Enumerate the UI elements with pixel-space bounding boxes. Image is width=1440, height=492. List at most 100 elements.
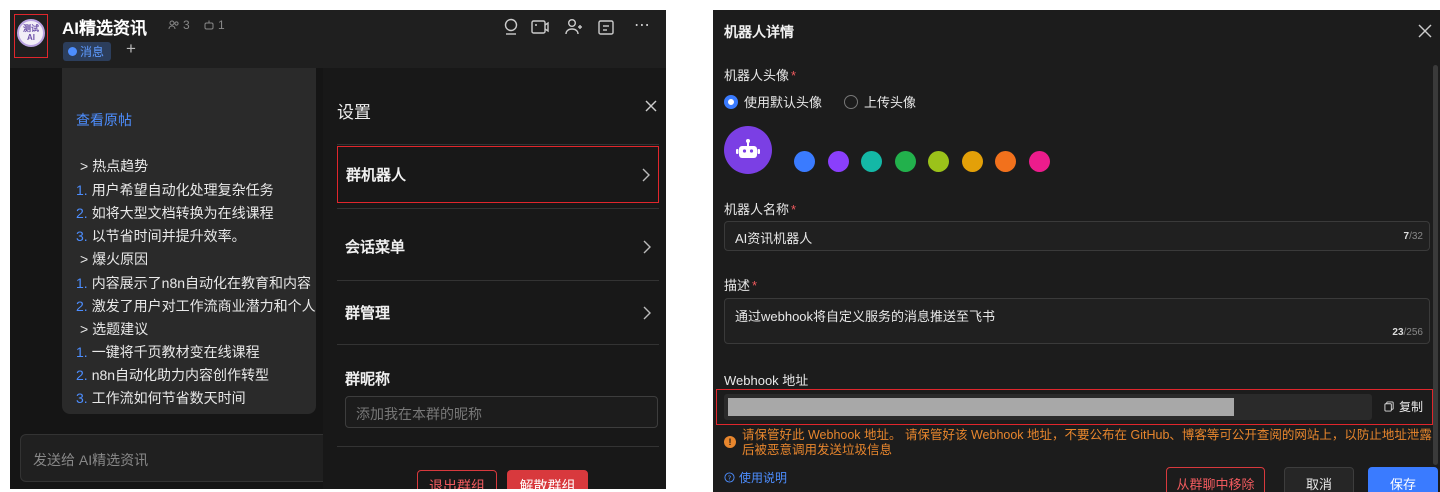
robot-icon: [736, 139, 760, 158]
message-line: 3. 以节省时间并提升效率。: [76, 228, 246, 244]
webhook-warning: ! 请保管好此 Webhook 地址。 请保管好该 Webhook 地址，不要公…: [724, 428, 1436, 458]
copy-webhook-button[interactable]: 复制: [1384, 398, 1423, 415]
description-textarea[interactable]: 通过webhook将自定义服务的消息推送至飞书 23/256: [724, 298, 1430, 344]
copy-icon: [1384, 401, 1394, 412]
bot-details-dialog: 机器人详情 机器人头像 * 使用默认头像 上传头像 机器人名称 * AI资讯机器人 …: [713, 10, 1440, 492]
copy-label: 复制: [1399, 400, 1424, 414]
color-swatch[interactable]: [827, 151, 849, 172]
view-original-link[interactable]: 查看原帖: [76, 110, 132, 130]
settings-panel: 设置 群机器人 会话菜单 群管理 群昵称 添加我在本群的昵称 退出群组 解散群组: [323, 68, 666, 489]
members-icon: [168, 20, 179, 30]
message-line: 2. n8n自动化助力内容创作转型: [76, 367, 270, 383]
divider: [337, 280, 659, 281]
webhook-field-label: Webhook 地址: [724, 373, 809, 388]
close-icon[interactable]: [1417, 23, 1433, 39]
message-line: 2. 激发了用户对工作流商业潜力和个人: [76, 298, 316, 314]
color-swatch[interactable]: [794, 151, 815, 172]
settings-item-session-menu[interactable]: 会话菜单: [345, 218, 659, 275]
description-field-label: 描述 *: [724, 278, 758, 293]
radio-upload-avatar[interactable]: 上传头像: [844, 92, 916, 111]
chevron-right-icon: [642, 168, 650, 181]
color-swatch[interactable]: [961, 151, 983, 172]
video-call-icon[interactable]: [530, 17, 550, 37]
bot-count[interactable]: 1: [203, 18, 225, 32]
help-icon: ?: [724, 472, 735, 483]
webhook-highlight: 复制: [716, 389, 1433, 425]
message-line: 1. 一键将千页教材变在线课程: [76, 344, 260, 360]
divider: [337, 144, 659, 145]
tab-messages[interactable]: 消息: [63, 42, 112, 61]
message-line: 1. 内容展示了n8n自动化在教育和内容: [76, 275, 312, 291]
save-button[interactable]: 保存: [1368, 467, 1438, 492]
description-char-counter: 23/256: [1392, 327, 1423, 338]
cancel-button[interactable]: 取消: [1284, 467, 1354, 492]
bot-avatar: [724, 126, 772, 174]
chat-header: 测试 AI AI精选资讯 3 1 消息 + ⋯: [10, 10, 666, 68]
remove-from-group-button[interactable]: 从群聊中移除: [1166, 467, 1265, 492]
exit-group-button[interactable]: 退出群组: [417, 470, 497, 489]
group-avatar[interactable]: 测试 AI: [17, 19, 45, 47]
message-line: > 爆火原因: [80, 251, 149, 267]
divider: [337, 446, 659, 447]
color-swatch[interactable]: [861, 151, 882, 172]
name-char-counter: 7/32: [1403, 231, 1423, 242]
message-tab-icon: [68, 47, 77, 56]
svg-text:?: ?: [728, 473, 732, 482]
warning-text: 请保管好此 Webhook 地址。 请保管好该 Webhook 地址，不要公布在…: [742, 428, 1432, 457]
settings-item-label: 群机器人: [346, 167, 407, 184]
settings-item-group-bots[interactable]: 群机器人: [337, 146, 659, 203]
settings-item-label: 会话菜单: [345, 239, 406, 256]
color-swatch[interactable]: [928, 151, 949, 172]
scrollbar[interactable]: [1433, 65, 1438, 465]
add-member-icon[interactable]: [564, 17, 584, 37]
color-swatch[interactable]: [1028, 151, 1050, 172]
help-label: 使用说明: [739, 471, 788, 485]
radio-label: 上传头像: [864, 95, 917, 110]
dismiss-group-button[interactable]: 解散群组: [507, 470, 588, 489]
avatar-field-label: 机器人头像 *: [724, 68, 797, 83]
member-count[interactable]: 3: [168, 18, 190, 32]
message-line: > 选题建议: [80, 321, 149, 337]
chat-window: 测试 AI AI精选资讯 3 1 消息 + ⋯ 查看原帖 > 热点趋势 1. 用…: [10, 10, 666, 489]
nickname-label: 群昵称: [345, 371, 391, 388]
divider: [337, 344, 659, 345]
add-tab-button[interactable]: +: [126, 39, 136, 59]
group-title: AI精选资讯: [62, 19, 147, 38]
more-icon[interactable]: ⋯: [634, 15, 651, 35]
webhook-url-input[interactable]: [724, 394, 1372, 420]
radio-unchecked-icon: [844, 94, 858, 109]
radio-checked-icon: [724, 94, 738, 109]
member-count-value: 3: [183, 18, 190, 32]
help-link[interactable]: ? 使用说明: [724, 469, 787, 486]
radio-default-avatar[interactable]: 使用默认头像: [724, 92, 822, 111]
chevron-right-icon: [643, 240, 651, 253]
bot-icon: [204, 20, 214, 30]
settings-item-group-admin[interactable]: 群管理: [345, 284, 659, 341]
color-swatch[interactable]: [995, 151, 1016, 172]
settings-title: 设置: [337, 103, 371, 122]
message-line: > 热点趋势: [80, 158, 149, 174]
bot-name-input[interactable]: AI资讯机器人 7/32: [724, 221, 1430, 251]
message-card: 查看原帖 > 热点趋势 1. 用户希望自动化处理复杂任务 2. 如将大型文档转换为在…: [62, 68, 316, 414]
message-line: 2. 如将大型文档转换为在线课程: [76, 205, 274, 221]
share-icon[interactable]: [596, 17, 616, 37]
settings-item-label: 群管理: [345, 305, 391, 322]
name-field-label: 机器人名称 *: [724, 202, 797, 217]
search-icon[interactable]: [502, 17, 522, 37]
warning-icon: !: [724, 436, 736, 448]
tab-messages-label: 消息: [80, 45, 105, 59]
message-line: 1. 用户希望自动化处理复杂任务: [76, 182, 274, 198]
avatar-text: 测试: [23, 24, 39, 33]
radio-label: 使用默认头像: [744, 95, 823, 110]
group-avatar-highlight[interactable]: 测试 AI: [14, 14, 48, 58]
close-icon[interactable]: [643, 98, 659, 114]
chevron-right-icon: [643, 306, 651, 319]
dialog-title: 机器人详情: [724, 24, 794, 40]
avatar-text-2: AI: [27, 33, 35, 42]
bot-count-value: 1: [218, 18, 225, 32]
color-swatch[interactable]: [894, 151, 916, 172]
webhook-url-redaction: [728, 398, 1234, 416]
nickname-input[interactable]: 添加我在本群的昵称: [345, 396, 658, 428]
description-value: 通过webhook将自定义服务的消息推送至飞书: [735, 309, 996, 324]
divider: [337, 208, 659, 209]
